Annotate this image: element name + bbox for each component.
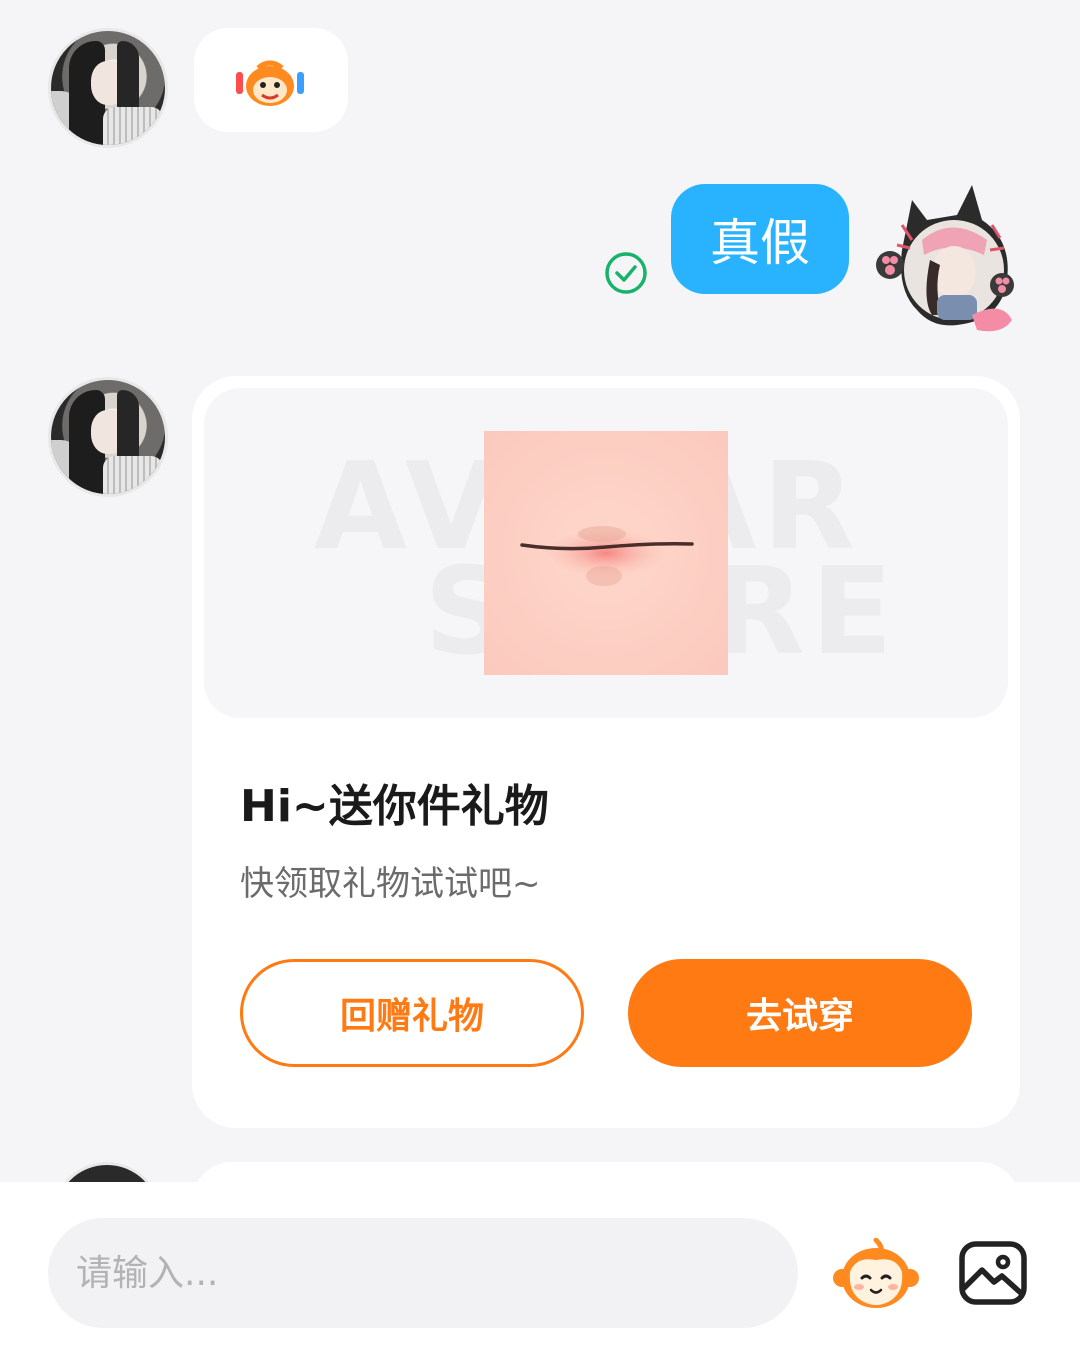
monkey-mascot-sticker-icon [236,60,304,106]
lips-makeup-preview-image [484,431,728,675]
my-avatar-cat-frame[interactable] [872,180,1022,340]
message-input[interactable] [48,1218,798,1328]
sticker-message-bubble[interactable] [194,28,348,132]
text-message-bubble[interactable]: 真假 [671,184,849,294]
check-circle-icon [605,252,647,294]
mascot-face-icon[interactable] [832,1238,920,1310]
contact-avatar[interactable] [48,28,168,148]
gift-title: Hi~送你件礼物 [240,781,549,832]
chat-screen: 真假 AVATAR STORE [0,0,1080,1365]
return-gift-button[interactable]: 回赠礼物 [240,959,584,1067]
gift-subtitle: 快领取礼物试试吧~ [240,864,541,904]
input-bar [0,1182,1080,1365]
try-on-button[interactable]: 去试穿 [628,959,972,1067]
contact-avatar[interactable] [48,377,168,497]
gift-preview[interactable]: AVATAR STORE [204,388,1008,718]
gift-message-card[interactable]: AVATAR STORE [192,376,1020,1128]
image-icon[interactable] [958,1240,1028,1306]
